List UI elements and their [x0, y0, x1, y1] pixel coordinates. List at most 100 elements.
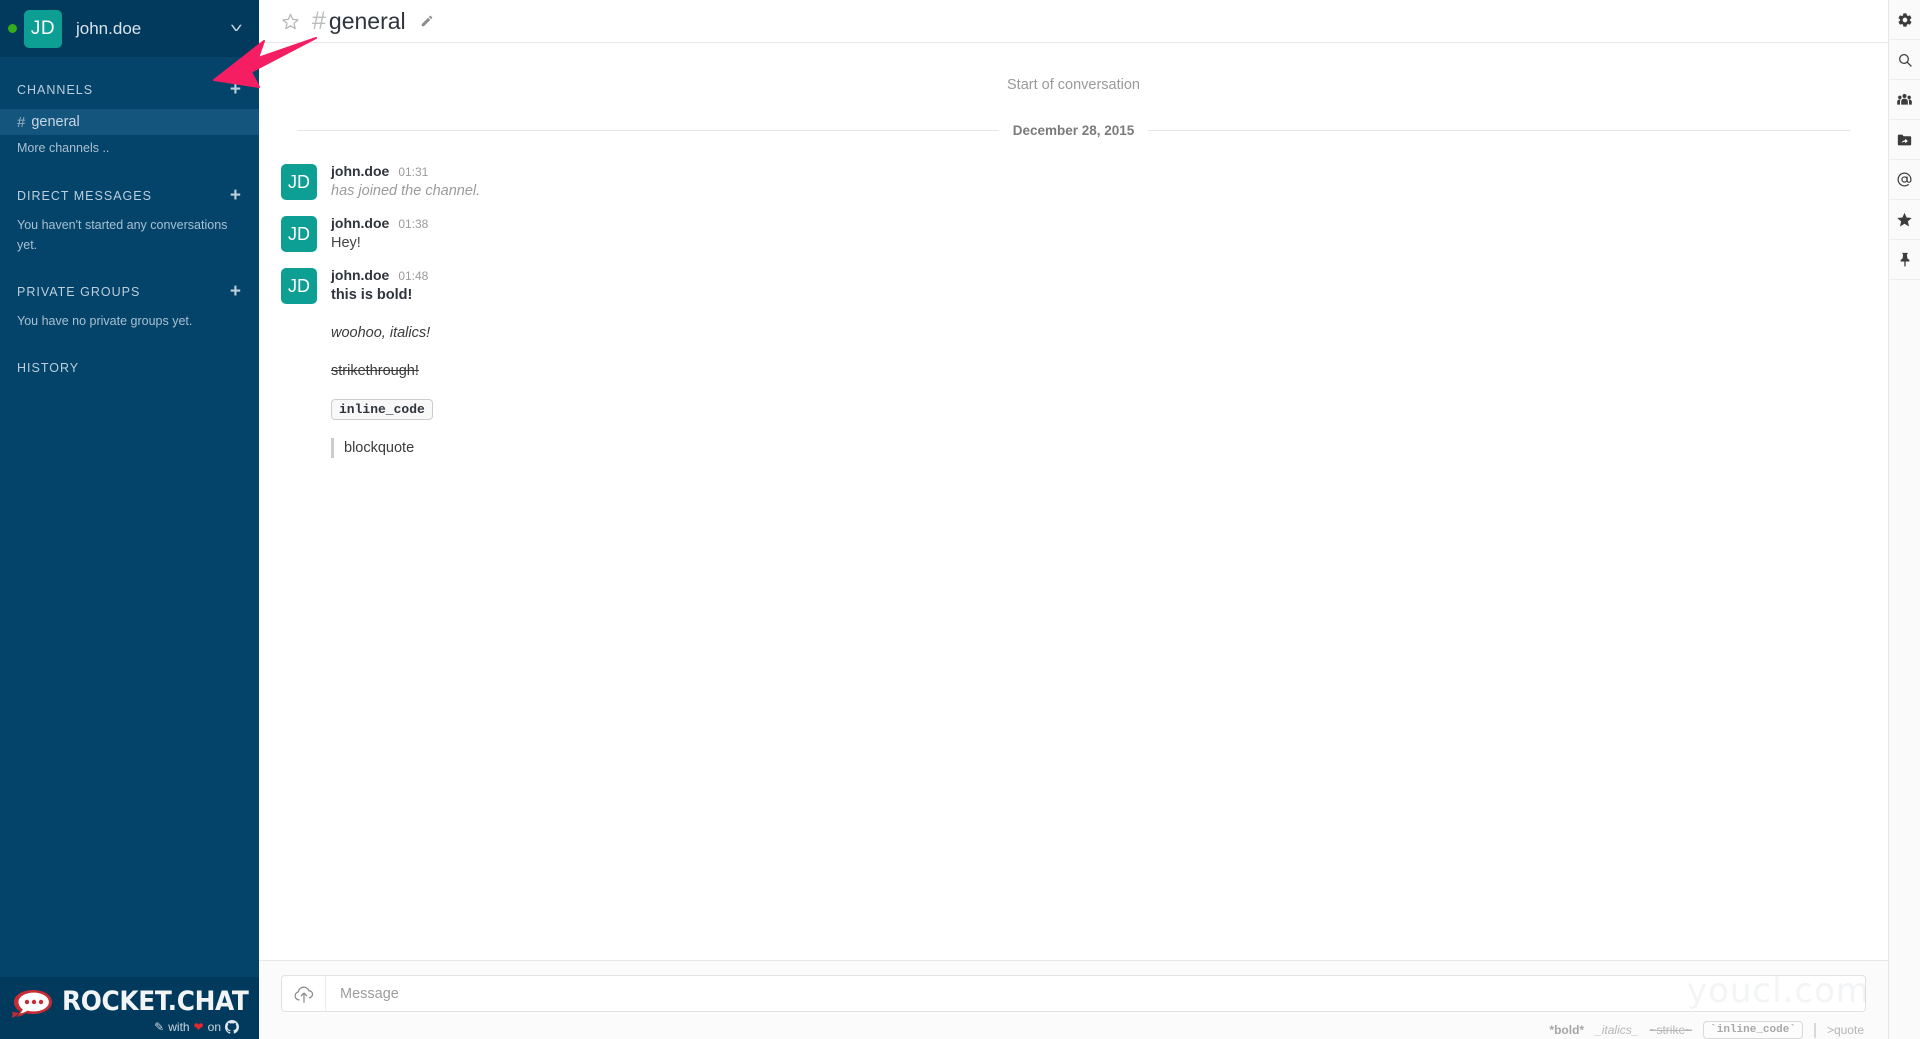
section-header-private-groups: PRIVATE GROUPS + [0, 281, 259, 303]
avatar: JD [281, 164, 317, 200]
message-header: john.doe 01:38 [331, 215, 1868, 231]
channel-header: # general [259, 0, 1888, 43]
pencil-icon: ✎ [154, 1019, 165, 1034]
gear-icon [1897, 12, 1913, 28]
account-username: john.doe [76, 18, 142, 38]
message-body: john.doe 01:31 has joined the channel. [331, 163, 1868, 201]
online-status-dot [8, 24, 17, 33]
message-text-inline-code: inline_code [331, 399, 433, 420]
logo-tagline: ✎ with ❤ on [10, 1019, 249, 1034]
section-title: DIRECT MESSAGES [17, 189, 152, 203]
divider-line-right [1148, 130, 1850, 131]
section-title: CHANNELS [17, 83, 94, 97]
sidebar-nav: CHANNELS + # general More channels .. DI… [0, 57, 259, 977]
message-item[interactable]: JD john.doe 01:48 this is bold! woohoo, … [259, 262, 1888, 463]
composer-box [281, 975, 1866, 1012]
main-content: # general Start of conversation December… [259, 0, 1888, 1039]
format-hint-separator [1813, 1022, 1816, 1038]
sidebar-section-private-groups: PRIVATE GROUPS + You have no private gro… [0, 281, 259, 331]
more-channels-link[interactable]: More channels .. [0, 135, 259, 159]
message-body: john.doe 01:38 Hey! [331, 215, 1868, 253]
sidebar-item-label: general [31, 114, 80, 130]
rocketchat-app: JD john.doe ˅ CHANNELS + # general More … [0, 0, 1920, 1039]
message-composer: *bold* _italics_ ~strike~ `inline_code` … [259, 960, 1888, 1039]
logo-row: ROCKET.CHAT [10, 985, 249, 1019]
formatting-hints: *bold* _italics_ ~strike~ `inline_code` … [281, 1012, 1866, 1039]
sidebar-footer-logo: ROCKET.CHAT ✎ with ❤ on [0, 977, 259, 1039]
date-divider: December 28, 2015 [259, 123, 1888, 138]
file-share-icon [1896, 132, 1913, 148]
message-username[interactable]: john.doe [331, 215, 389, 231]
date-divider-label: December 28, 2015 [1012, 123, 1135, 138]
page-title: general [328, 7, 406, 34]
rail-button-starred[interactable] [1889, 200, 1920, 240]
message-username[interactable]: john.doe [331, 163, 389, 179]
message-header: john.doe 01:31 [331, 163, 1868, 179]
start-of-conversation-label: Start of conversation [1007, 77, 1140, 93]
message-item[interactable]: JD john.doe 01:38 Hey! [259, 210, 1888, 258]
chevron-down-icon[interactable]: ˅ [230, 22, 243, 35]
avatar: JD [24, 9, 62, 48]
rail-button-uploaded-files[interactable] [1889, 120, 1920, 160]
sidebar-section-channels: CHANNELS + # general More channels .. [0, 79, 259, 159]
format-hint-quote[interactable]: >quote [1827, 1023, 1864, 1037]
message-text: Hey! [331, 235, 361, 251]
left-sidebar: JD john.doe ˅ CHANNELS + # general More … [0, 0, 259, 1039]
channel-list: # general [0, 109, 259, 135]
message-text-bold: this is bold! [331, 287, 413, 303]
format-hint-strike[interactable]: ~strike~ [1649, 1023, 1692, 1037]
hash-icon: # [312, 6, 326, 35]
avatar: JD [281, 216, 317, 252]
tagline-with: with [168, 1019, 190, 1034]
format-hint-bold[interactable]: *bold* [1549, 1023, 1584, 1037]
message-timestamp: 01:48 [398, 269, 429, 283]
add-direct-message-button[interactable]: + [228, 186, 243, 205]
message-text-blockquote: blockquote [331, 438, 1868, 458]
direct-messages-empty-text: You haven't started any conversations ye… [17, 218, 228, 252]
search-icon [1897, 52, 1913, 68]
message-timestamp: 01:31 [398, 165, 429, 179]
message-body: john.doe 01:48 this is bold! woohoo, ita… [331, 267, 1868, 458]
users-icon [1896, 92, 1913, 108]
sidebar-section-direct-messages: DIRECT MESSAGES + You haven't started an… [0, 185, 259, 255]
hash-icon: # [17, 113, 26, 131]
message-input[interactable] [326, 976, 1865, 1011]
section-header-channels: CHANNELS + [0, 79, 259, 101]
avatar: JD [281, 268, 317, 304]
rail-button-search[interactable] [1889, 40, 1920, 80]
message-text-system: has joined the channel. [331, 183, 481, 199]
tagline-on: on [207, 1019, 221, 1034]
github-icon[interactable] [225, 1019, 239, 1034]
right-icon-rail [1888, 0, 1920, 1039]
star-icon [1896, 211, 1913, 228]
sidebar-section-history: HISTORY [0, 357, 259, 379]
message-timestamp: 01:38 [398, 217, 429, 231]
message-text-strikethrough: strikethrough! [331, 363, 419, 379]
rail-button-administration[interactable] [1889, 0, 1920, 40]
add-private-group-button[interactable]: + [228, 282, 243, 301]
section-header-history: HISTORY [0, 357, 259, 379]
message-text-italic: woohoo, italics! [331, 325, 431, 341]
account-box[interactable]: JD john.doe ˅ [0, 0, 259, 57]
pencil-edit-icon[interactable] [420, 14, 434, 28]
section-title: PRIVATE GROUPS [17, 285, 141, 299]
format-hint-inline-code[interactable]: `inline_code` [1703, 1021, 1803, 1039]
cloud-upload-icon[interactable] [282, 976, 326, 1011]
rocketchat-wordmark: ROCKET.CHAT [62, 986, 249, 1017]
at-mention-icon [1896, 171, 1913, 188]
message-list[interactable]: Start of conversation December 28, 2015 … [259, 43, 1888, 960]
format-hint-italics[interactable]: _italics_ [1595, 1023, 1638, 1037]
rail-button-members[interactable] [1889, 80, 1920, 120]
add-channel-button[interactable]: + [228, 80, 243, 99]
message-item[interactable]: JD john.doe 01:31 has joined the channel… [259, 158, 1888, 206]
section-header-direct-messages: DIRECT MESSAGES + [0, 185, 259, 207]
pin-icon [1897, 251, 1913, 268]
rail-button-mentions[interactable] [1889, 160, 1920, 200]
star-outline-icon[interactable] [281, 12, 300, 31]
message-text-inline-code-wrap: inline_code [331, 399, 1868, 420]
message-username[interactable]: john.doe [331, 267, 389, 283]
section-title: HISTORY [17, 361, 80, 375]
rail-button-pinned[interactable] [1889, 240, 1920, 280]
private-groups-empty-text: You have no private groups yet. [17, 314, 193, 328]
sidebar-item-general[interactable]: # general [0, 109, 259, 135]
